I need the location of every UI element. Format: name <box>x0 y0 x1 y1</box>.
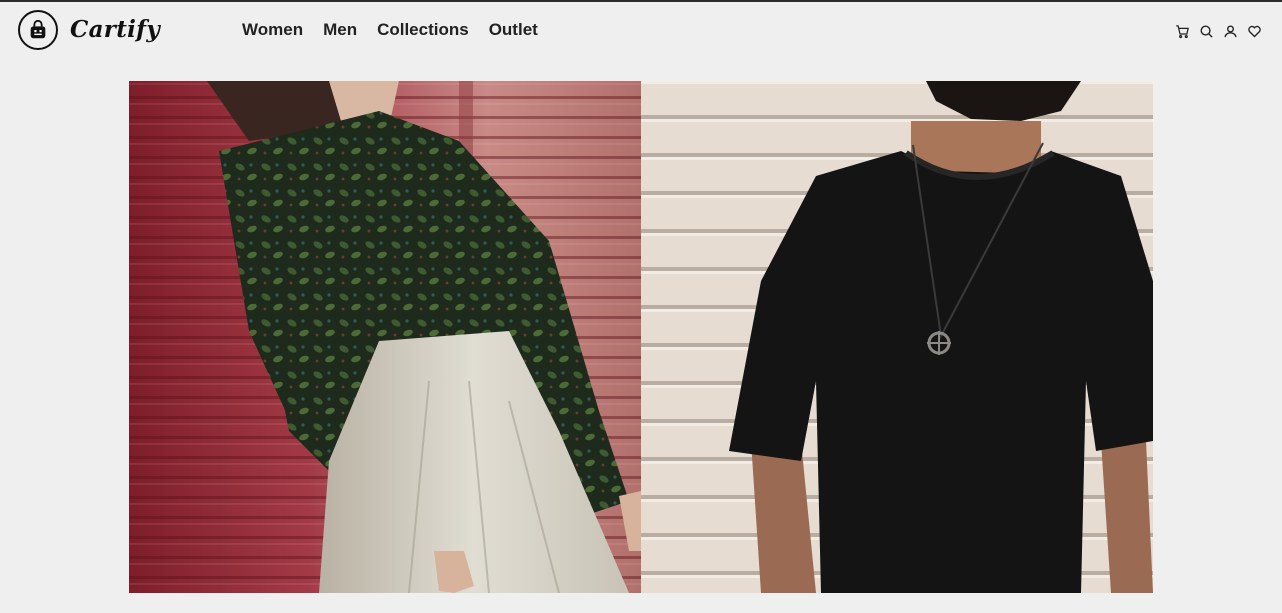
user-icon[interactable] <box>1221 22 1239 40</box>
hero-image-women[interactable] <box>129 81 641 593</box>
nav-item-outlet[interactable]: Outlet <box>489 20 538 40</box>
main-nav: Women Men Collections Outlet <box>242 20 538 40</box>
header-actions <box>1173 22 1263 40</box>
hero-banner <box>129 81 1153 593</box>
brand-name[interactable]: Cartify <box>70 16 160 43</box>
heart-icon[interactable] <box>1245 22 1263 40</box>
logo[interactable] <box>18 10 58 50</box>
men-photo-illustration <box>641 81 1153 593</box>
search-icon[interactable] <box>1197 22 1215 40</box>
hero-image-men[interactable] <box>641 81 1153 593</box>
shopping-bag-icon <box>30 19 46 39</box>
nav-item-women[interactable]: Women <box>242 20 303 40</box>
site-header: Cartify Women Men Collections Outlet <box>0 2 1282 62</box>
nav-item-collections[interactable]: Collections <box>377 20 469 40</box>
women-photo-illustration <box>129 81 641 593</box>
cart-icon[interactable] <box>1173 22 1191 40</box>
nav-item-men[interactable]: Men <box>323 20 357 40</box>
